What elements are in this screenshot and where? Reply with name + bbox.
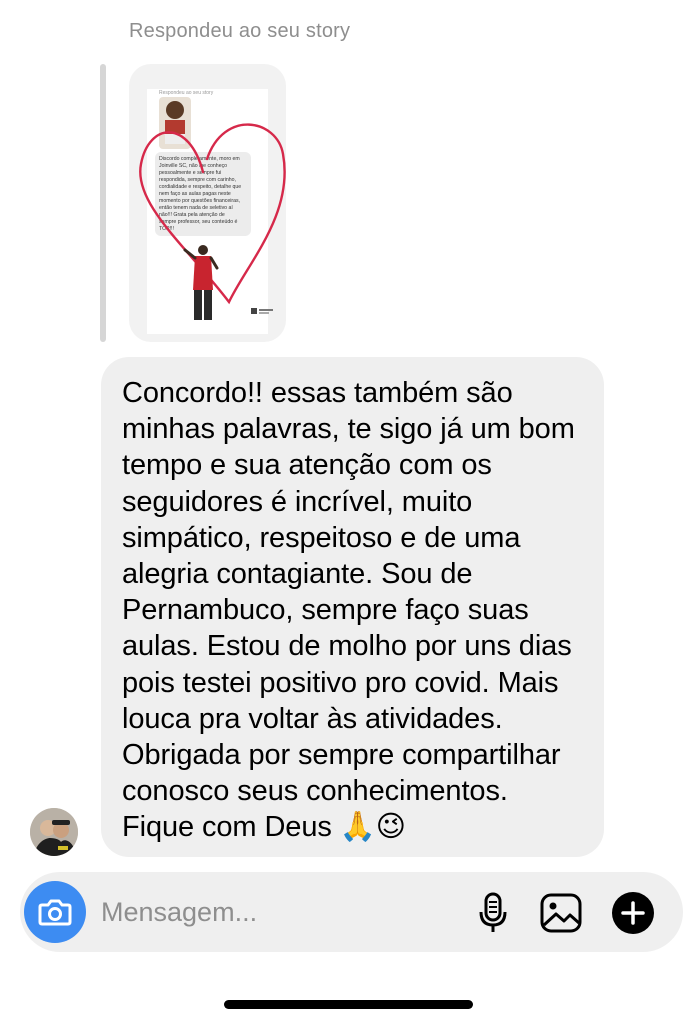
camera-icon [38,899,72,926]
svg-text:Joinville SC, não lhe conheço: Joinville SC, não lhe conheço [159,163,227,169]
plus-button[interactable] [610,890,656,936]
svg-text:sempre professor, seu conteúdo: sempre professor, seu conteúdo é [159,219,238,225]
plus-circle-icon [612,892,654,934]
message-text: Concordo!! essas também são minhas palav… [122,377,575,844]
direct-message-thread: Respondeu ao seu story Respondeu ao seu … [0,0,697,1024]
sender-avatar[interactable] [30,808,78,856]
gallery-button[interactable] [538,890,584,936]
quote-bar [100,64,106,342]
message-composer [20,872,683,952]
image-gallery-icon [540,893,582,933]
story-header-text: Respondeu ao seu story [159,90,214,96]
svg-text:cordialidade e respeito, detal: cordialidade e respeito, detalhe que [159,184,241,190]
camera-button[interactable] [24,881,86,943]
svg-text:pessoalmente e sempre fui: pessoalmente e sempre fui [159,170,221,176]
microphone-button[interactable] [470,890,516,936]
svg-text:nem faço as aulas pagas neste: nem faço as aulas pagas neste [159,191,231,197]
home-indicator [224,1000,473,1009]
reply-caption: Respondeu ao seu story [129,20,351,42]
story-thumbnail[interactable]: Respondeu ao seu story Discordo completa… [129,64,286,342]
svg-text:não!!! Grata pela atenção de: não!!! Grata pela atenção de [159,212,225,218]
message-input[interactable] [101,894,441,930]
svg-text:respondida, sempre com carinho: respondida, sempre com carinho, [159,177,236,183]
message-bubble[interactable]: Concordo!! essas também são minhas palav… [101,357,604,857]
svg-text:momento por questões financeir: momento por questões financeiras, [159,198,240,204]
svg-text:então tenem nada de seletivo a: então tenem nada de seletivo aí [159,205,233,211]
microphone-icon [479,892,507,932]
